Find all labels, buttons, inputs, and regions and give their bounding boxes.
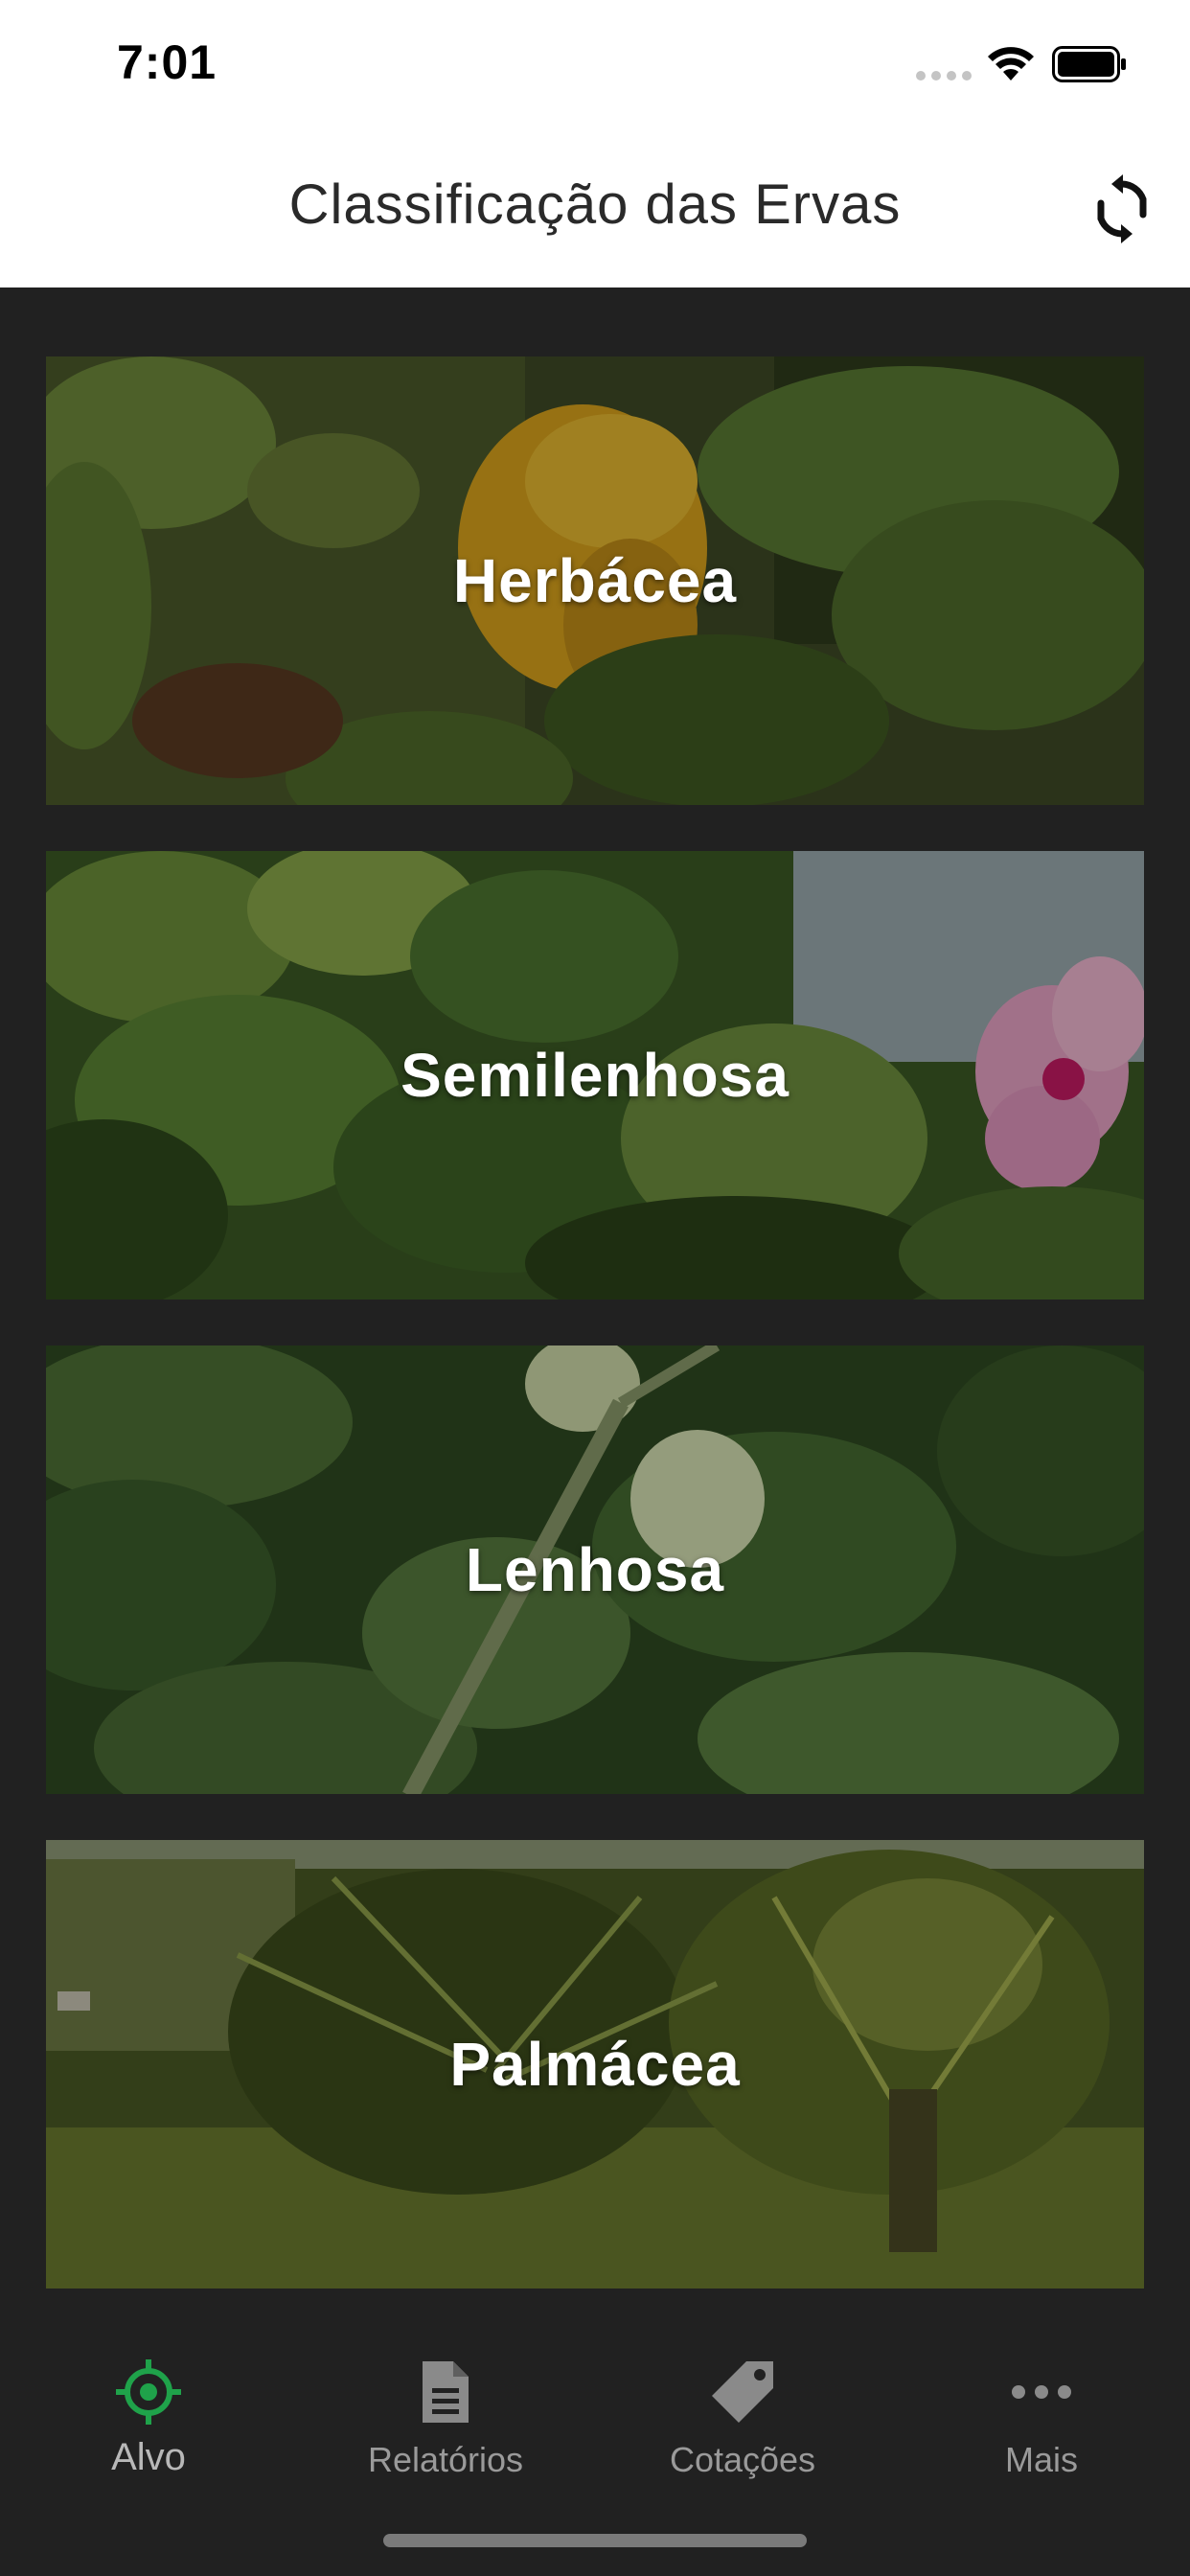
page-title: Classificação das Ervas — [288, 173, 902, 236]
category-label: Lenhosa — [465, 1535, 725, 1604]
tab-cotacoes[interactable]: Cotações — [623, 2358, 862, 2501]
app-screen: 7:01 Classificação das Ervas Herbácea Se… — [0, 0, 1190, 2576]
category-card-lenhosa[interactable]: Lenhosa — [46, 1346, 1144, 1794]
signal-dots-icon — [916, 71, 972, 80]
category-card-semilenhosa[interactable]: Semilenhosa — [46, 851, 1144, 1300]
document-icon — [423, 2361, 469, 2423]
tab-relatorios[interactable]: Relatórios — [326, 2358, 565, 2501]
tab-alvo[interactable]: Alvo — [29, 2358, 268, 2501]
category-card-herbacea[interactable]: Herbácea — [46, 356, 1144, 805]
navigation-header: Classificação das Ervas — [0, 134, 1190, 288]
category-label: Herbácea — [452, 546, 738, 615]
category-label: Semilenhosa — [400, 1041, 790, 1110]
more-icon — [1012, 2385, 1071, 2399]
refresh-icon[interactable] — [1090, 174, 1154, 243]
tab-label: Mais — [1004, 2440, 1078, 2479]
category-label: Palmácea — [449, 2030, 741, 2099]
status-time: 7:01 — [117, 35, 217, 89]
battery-icon — [1052, 46, 1126, 82]
target-icon — [116, 2359, 181, 2425]
tab-mais[interactable]: Mais — [922, 2358, 1161, 2501]
tab-label: Cotações — [669, 2440, 816, 2479]
tab-label: Relatórios — [367, 2440, 524, 2479]
status-bar: 7:01 — [0, 0, 1190, 134]
tab-label: Alvo — [111, 2436, 186, 2478]
wifi-icon — [988, 47, 1034, 80]
home-indicator[interactable] — [383, 2534, 807, 2547]
category-card-palmacea[interactable]: Palmácea — [46, 1840, 1144, 2288]
tag-icon — [712, 2361, 773, 2423]
